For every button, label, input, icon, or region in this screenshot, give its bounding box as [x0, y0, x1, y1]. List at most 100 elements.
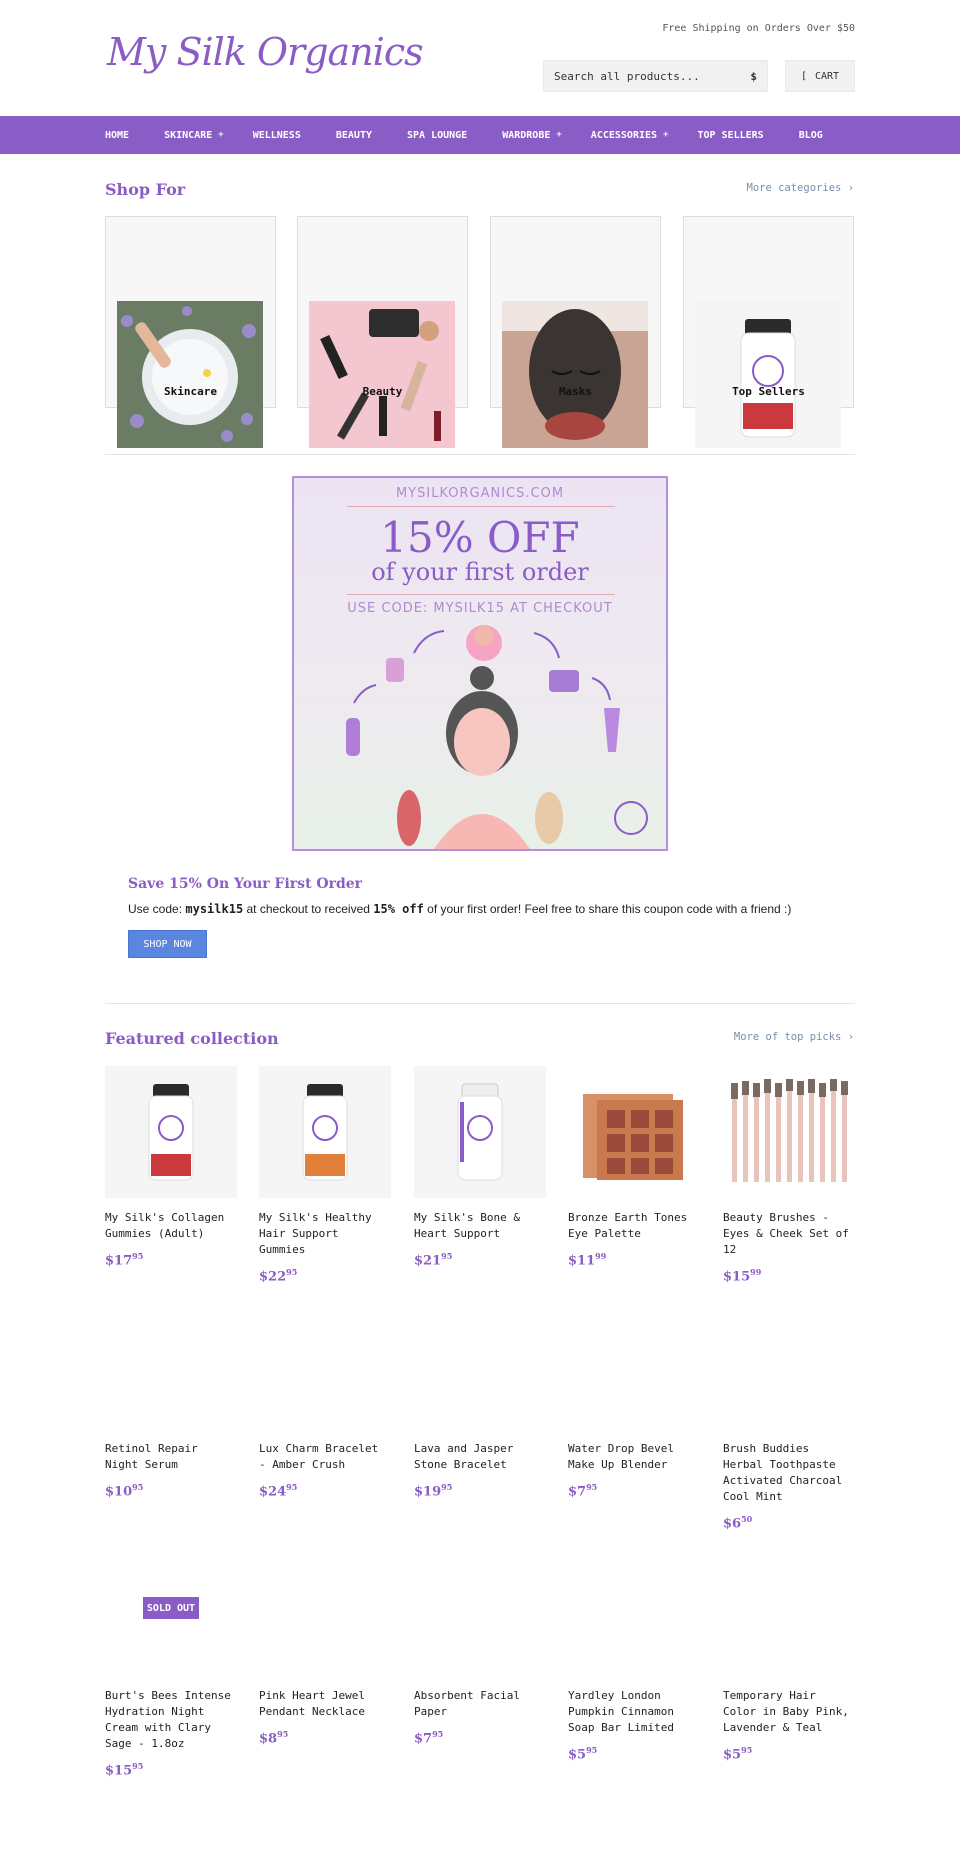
sold-out-badge: SOLD OUT [143, 1597, 199, 1619]
product-card[interactable]: Brush Buddies Herbal Toothpaste Activate… [723, 1297, 855, 1531]
nav-caret-icon: + [218, 130, 224, 140]
product-image[interactable] [568, 1297, 700, 1429]
product-price: $595 [723, 1745, 753, 1763]
nav-item-wardrobe[interactable]: WARDROBE + [502, 130, 562, 141]
more-top-picks-link[interactable]: More of top picks › [734, 1031, 854, 1043]
search-input[interactable]: Search all products... [554, 70, 700, 83]
product-image[interactable] [259, 1066, 391, 1198]
nav-item-spa-lounge[interactable]: SPA LOUNGE [407, 130, 473, 141]
nav-item-top-sellers[interactable]: TOP SELLERS [697, 130, 769, 141]
product-card[interactable]: Pink Heart Jewel Pendant Necklace $895 [259, 1544, 391, 1746]
nav-item-blog[interactable]: BLOG [799, 130, 829, 141]
promo-code: mysilk15 [185, 902, 244, 916]
category-image-masks[interactable] [502, 301, 648, 448]
product-image[interactable] [723, 1066, 855, 1198]
product-name[interactable]: Bronze Earth Tones Eye Palette [568, 1210, 700, 1242]
cart-button[interactable]: [ CART [785, 60, 855, 92]
product-card[interactable]: Bronze Earth Tones Eye Palette $1199 [568, 1066, 700, 1268]
product-image[interactable] [414, 1297, 546, 1429]
product-name[interactable]: Temporary Hair Color in Baby Pink, Laven… [723, 1688, 855, 1736]
product-card[interactable]: Lava and Jasper Stone Bracelet $1995 [414, 1297, 546, 1499]
product-image[interactable] [723, 1297, 855, 1429]
nav-item-home[interactable]: HOME [105, 130, 135, 141]
search-icon[interactable]: $ [750, 70, 757, 83]
product-name[interactable]: My Silk's Collagen Gummies (Adult) [105, 1210, 237, 1242]
product-card[interactable]: Retinol Repair Night Serum $1095 [105, 1297, 237, 1499]
product-price: $1595 [105, 1761, 144, 1779]
featured-title: Featured collection [105, 1029, 279, 1048]
product-price: $795 [414, 1729, 444, 1747]
product-card[interactable]: Beauty Brushes - Eyes & Cheek Set of 12 … [723, 1066, 855, 1284]
product-card[interactable]: Temporary Hair Color in Baby Pink, Laven… [723, 1544, 855, 1762]
promo-illustration [346, 625, 648, 849]
nav-caret-icon: + [663, 130, 669, 140]
nav-item-wellness[interactable]: WELLNESS [253, 130, 307, 141]
category-label-masks[interactable]: Masks [490, 385, 661, 398]
shop-now-button[interactable]: SHOP NOW [128, 930, 207, 958]
product-card[interactable]: My Silk's Collagen Gummies (Adult) $1795 [105, 1066, 237, 1268]
product-image[interactable] [259, 1297, 391, 1429]
product-name[interactable]: Lava and Jasper Stone Bracelet [414, 1441, 546, 1473]
product-name[interactable]: Lux Charm Bracelet - Amber Crush [259, 1441, 391, 1473]
product-price: $1795 [105, 1251, 144, 1269]
product-card[interactable]: Yardley London Pumpkin Cinnamon Soap Bar… [568, 1544, 700, 1762]
category-label-skincare[interactable]: Skincare [105, 385, 276, 398]
product-name[interactable]: Pink Heart Jewel Pendant Necklace [259, 1688, 391, 1720]
product-price: $650 [723, 1514, 753, 1532]
category-image-beauty[interactable] [309, 301, 455, 448]
product-card[interactable]: My Silk's Healthy Hair Support Gummies $… [259, 1066, 391, 1284]
product-image[interactable] [568, 1066, 700, 1198]
shop-for-title: Shop For [105, 180, 186, 199]
product-image[interactable] [568, 1544, 700, 1676]
product-name[interactable]: Retinol Repair Night Serum [105, 1441, 237, 1473]
product-price: $2195 [414, 1251, 453, 1269]
product-card[interactable]: Absorbent Facial Paper $795 [414, 1544, 546, 1746]
product-name[interactable]: Beauty Brushes - Eyes & Cheek Set of 12 [723, 1210, 855, 1258]
promo-divider [347, 594, 615, 595]
nav-item-skincare[interactable]: SKINCARE + [164, 130, 224, 141]
product-image[interactable] [414, 1066, 546, 1198]
product-name[interactable]: My Silk's Healthy Hair Support Gummies [259, 1210, 391, 1258]
promo-divider [347, 506, 615, 507]
category-label-top-sellers[interactable]: Top Sellers [683, 385, 854, 398]
promo-description: Use code: mysilk15 at checkout to receiv… [128, 902, 792, 916]
promo-subline: of your first order [371, 558, 589, 586]
cart-icon: [ [800, 70, 807, 82]
product-price: $2495 [259, 1482, 298, 1500]
site-logo[interactable]: My Silk Organics [107, 30, 424, 74]
promo-banner[interactable]: MYSILKORGANICS.COM 15% OFF of your first… [292, 476, 668, 851]
category-image-skincare[interactable] [117, 301, 263, 448]
product-name[interactable]: Absorbent Facial Paper [414, 1688, 546, 1720]
promo-code-line: USE CODE: MYSILK15 AT CHECKOUT [347, 601, 613, 616]
promo-title: Save 15% On Your First Order [128, 876, 363, 892]
product-name[interactable]: Brush Buddies Herbal Toothpaste Activate… [723, 1441, 855, 1505]
product-card[interactable]: Burt's Bees Intense Hydration Night Crea… [105, 1544, 237, 1778]
promo-site-url: MYSILKORGANICS.COM [395, 486, 565, 501]
more-categories-link[interactable]: More categories › [747, 182, 854, 194]
product-image[interactable] [105, 1066, 237, 1198]
divider [105, 454, 855, 455]
product-name[interactable]: Burt's Bees Intense Hydration Night Crea… [105, 1688, 237, 1752]
category-label-beauty[interactable]: Beauty [297, 385, 468, 398]
shipping-notice: Free Shipping on Orders Over $50 [662, 23, 855, 34]
product-price: $895 [259, 1729, 289, 1747]
product-price: $1599 [723, 1267, 762, 1285]
product-price: $1995 [414, 1482, 453, 1500]
product-price: $1199 [568, 1251, 607, 1269]
nav-item-beauty[interactable]: BEAUTY [336, 130, 378, 141]
product-card[interactable]: My Silk's Bone & Heart Support $2195 [414, 1066, 546, 1268]
product-name[interactable]: Yardley London Pumpkin Cinnamon Soap Bar… [568, 1688, 700, 1736]
product-image[interactable] [723, 1544, 855, 1676]
product-name[interactable]: My Silk's Bone & Heart Support [414, 1210, 546, 1242]
product-card[interactable]: Lux Charm Bracelet - Amber Crush $2495 [259, 1297, 391, 1499]
product-price: $2295 [259, 1267, 298, 1285]
search-box[interactable]: Search all products... $ [543, 60, 768, 92]
product-card[interactable]: Water Drop Bevel Make Up Blender $795 [568, 1297, 700, 1499]
nav-item-accessories[interactable]: ACCESSORIES + [591, 130, 669, 141]
product-name[interactable]: Water Drop Bevel Make Up Blender [568, 1441, 700, 1473]
product-image[interactable] [259, 1544, 391, 1676]
product-image[interactable] [105, 1297, 237, 1429]
product-image[interactable] [414, 1544, 546, 1676]
category-image-top-sellers[interactable] [695, 301, 841, 448]
divider [105, 1003, 855, 1004]
